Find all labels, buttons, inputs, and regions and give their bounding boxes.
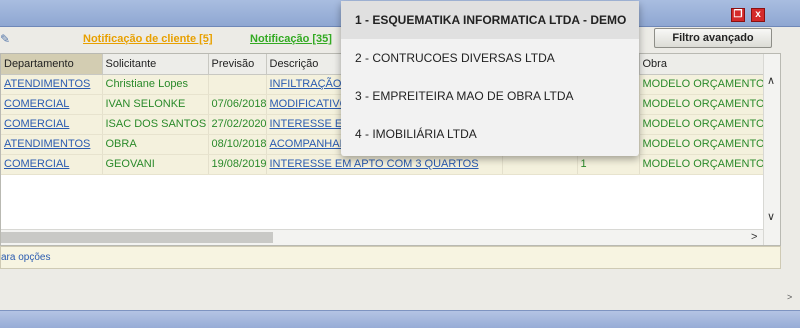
column-header-department[interactable]: Departamento — [1, 54, 103, 75]
scroll-right-icon[interactable]: > — [751, 231, 757, 243]
cell-work: MODELO ORÇAMENTO — [639, 94, 764, 115]
column-header-due-date[interactable]: Previsão — [208, 54, 267, 75]
cell-description[interactable]: INTERESSE EM APTO COM 3 QUARTOS — [266, 154, 503, 175]
advanced-filter-button[interactable]: Filtro avançado — [654, 28, 772, 48]
table-row[interactable]: COMERCIAL GEOVANI 19/08/2019 INTERESSE E… — [1, 154, 764, 175]
company-dropdown-menu: 1 - ESQUEMATIKA INFORMATICA LTDA - DEMO … — [341, 1, 639, 156]
horizontal-scroll-thumb[interactable] — [1, 232, 273, 243]
bottom-bar — [0, 310, 800, 328]
cell-due-date: 27/02/2020 — [208, 114, 267, 135]
cell-requester: ISAC DOS SANTOS — [102, 114, 209, 135]
cell-col6: 1 — [577, 154, 640, 175]
edit-icon[interactable]: ✎ — [0, 32, 10, 46]
cell-work: MODELO ORÇAMENTO — [639, 154, 764, 175]
cell-requester: OBRA — [102, 134, 209, 155]
cell-department[interactable]: COMERCIAL — [1, 94, 103, 115]
cell-col5 — [502, 154, 578, 175]
client-notifications-link[interactable]: Notificação de cliente [5] — [83, 33, 213, 45]
cell-requester: Christiane Lopes — [102, 74, 209, 95]
scroll-up-icon[interactable]: ∧ — [767, 74, 775, 87]
notifications-link[interactable]: Notificação [35] — [250, 33, 332, 45]
cell-due-date: 08/10/2018 — [208, 134, 267, 155]
cell-requester: IVAN SELONKE — [102, 94, 209, 115]
company-option-2[interactable]: 2 - CONTRUCOES DIVERSAS LTDA — [341, 39, 639, 77]
scroll-down-icon[interactable]: ∨ — [767, 210, 775, 223]
grid-footer: ara opções — [0, 246, 781, 269]
cell-work: MODELO ORÇAMENTO — [639, 74, 764, 95]
cell-department[interactable]: COMERCIAL — [1, 114, 103, 135]
cell-department[interactable]: ATENDIMENTOS — [1, 74, 103, 95]
company-option-1[interactable]: 1 - ESQUEMATIKA INFORMATICA LTDA - DEMO — [341, 1, 639, 39]
company-option-3[interactable]: 3 - EMPREITEIRA MAO DE OBRA LTDA — [341, 77, 639, 115]
company-option-4[interactable]: 4 - IMOBILIÁRIA LTDA — [341, 115, 639, 153]
page-scroll-right-icon[interactable]: > — [787, 292, 792, 302]
footer-options-hint[interactable]: ara opções — [1, 252, 50, 263]
cell-requester: GEOVANI — [102, 154, 209, 175]
cell-due-date — [208, 74, 267, 95]
close-window-icon[interactable]: x — [751, 8, 765, 22]
restore-window-icon[interactable]: ❐ — [731, 8, 745, 22]
cell-work: MODELO ORÇAMENTO — [639, 114, 764, 135]
column-header-requester[interactable]: Solicitante — [102, 54, 209, 75]
vertical-scrollbar[interactable]: ∧ ∨ — [763, 54, 780, 245]
horizontal-scrollbar[interactable]: > — [1, 229, 763, 245]
cell-work: MODELO ORÇAMENTO — [639, 134, 764, 155]
cell-department[interactable]: ATENDIMENTOS — [1, 134, 103, 155]
cell-due-date: 19/08/2019 — [208, 154, 267, 175]
cell-department[interactable]: COMERCIAL — [1, 154, 103, 175]
column-header-work[interactable]: Obra — [639, 54, 764, 75]
cell-due-date: 07/06/2018 — [208, 94, 267, 115]
